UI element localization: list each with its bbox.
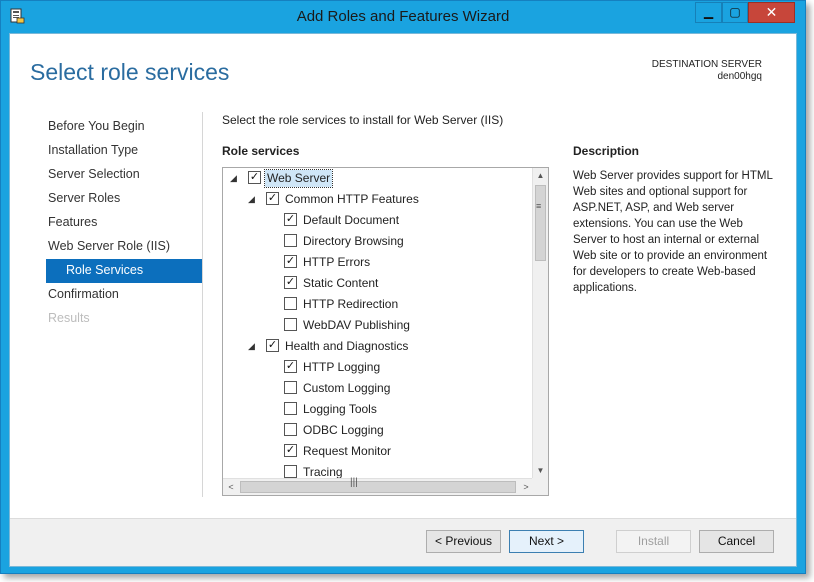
nav-step-features[interactable]: Features bbox=[46, 211, 202, 235]
title-bar[interactable]: Add Roles and Features Wizard ▁ ▢ ✕ bbox=[1, 1, 805, 33]
tree-row[interactable]: ◢ ✓ Web Server bbox=[223, 168, 534, 189]
description-text: Web Server provides support for HTML Web… bbox=[573, 170, 773, 294]
role-service-checkbox[interactable] bbox=[284, 297, 297, 310]
role-service-label[interactable]: Tracing bbox=[301, 464, 345, 479]
wizard-content: Select role services DESTINATION SERVER … bbox=[9, 33, 797, 567]
scroll-up-arrow-icon[interactable]: ▲ bbox=[533, 168, 548, 184]
tree-row[interactable]: WebDAV Publishing bbox=[223, 315, 534, 336]
tree-row[interactable]: Tracing bbox=[223, 462, 534, 479]
nav-step-server-roles[interactable]: Server Roles bbox=[46, 187, 202, 211]
scroll-left-arrow-icon[interactable]: < bbox=[223, 479, 239, 495]
role-service-checkbox[interactable] bbox=[284, 234, 297, 247]
horizontal-scrollbar[interactable]: < ||| > bbox=[223, 477, 534, 495]
maximize-button[interactable]: ▢ bbox=[722, 2, 748, 23]
role-service-checkbox[interactable] bbox=[284, 381, 297, 394]
wizard-steps-nav: Before You Begin Installation Type Server … bbox=[46, 115, 202, 331]
nav-step-results: Results bbox=[48, 311, 90, 325]
nav-step-role-services[interactable]: Role Services bbox=[46, 259, 202, 283]
destination-server-name: den00hgq bbox=[717, 71, 763, 82]
next-button[interactable]: Next > bbox=[509, 530, 584, 553]
wizard-footer: < Previous Next > Install Cancel bbox=[10, 518, 796, 566]
role-service-checkbox[interactable]: ✓ bbox=[266, 339, 279, 352]
vertical-scroll-thumb[interactable] bbox=[535, 185, 546, 261]
tree-row[interactable]: ✓ Default Document bbox=[223, 210, 534, 231]
role-service-checkbox[interactable]: ✓ bbox=[248, 171, 261, 184]
instruction-text: Select the role services to install for … bbox=[222, 113, 504, 127]
scroll-grip-icon: ≡ bbox=[536, 201, 542, 211]
role-service-label[interactable]: WebDAV Publishing bbox=[301, 317, 412, 334]
tree-row[interactable]: HTTP Redirection bbox=[223, 294, 534, 315]
nav-step-web-server-role-iis[interactable]: Web Server Role (IIS) bbox=[46, 235, 202, 259]
role-service-label[interactable]: Default Document bbox=[301, 212, 401, 229]
vertical-scrollbar[interactable]: ▲ ≡ ▼ bbox=[532, 168, 548, 479]
tree-row[interactable]: ✓ HTTP Errors bbox=[223, 252, 534, 273]
role-service-checkbox[interactable]: ✓ bbox=[284, 276, 297, 289]
role-service-label[interactable]: Web Server bbox=[263, 169, 334, 188]
scrollbar-corner bbox=[532, 478, 548, 495]
role-service-label[interactable]: Common HTTP Features bbox=[283, 191, 421, 208]
description-heading: Description bbox=[573, 144, 640, 158]
nav-step-server-selection[interactable]: Server Selection bbox=[46, 163, 202, 187]
tree-row[interactable]: ✓ Static Content bbox=[223, 273, 534, 294]
tree-rows: ◢ ✓ Web Server ◢ ✓ Common HTTP Features ✓ Defau… bbox=[223, 168, 534, 479]
nav-step-before-you-begin[interactable]: Before You Begin bbox=[46, 115, 202, 139]
role-service-checkbox[interactable]: ✓ bbox=[284, 360, 297, 373]
role-service-checkbox[interactable] bbox=[284, 465, 297, 478]
nav-divider bbox=[202, 112, 203, 497]
role-service-label[interactable]: Health and Diagnostics bbox=[283, 338, 410, 355]
tree-row[interactable]: ✓ HTTP Logging bbox=[223, 357, 534, 378]
page-title: Select role services bbox=[30, 59, 230, 85]
wizard-window: Add Roles and Features Wizard ▁ ▢ ✕ Sele… bbox=[0, 0, 806, 574]
horizontal-scroll-thumb[interactable] bbox=[240, 481, 516, 493]
role-service-checkbox[interactable]: ✓ bbox=[266, 192, 279, 205]
nav-step-confirmation[interactable]: Confirmation bbox=[46, 283, 202, 307]
tree-row[interactable]: ◢ ✓ Common HTTP Features bbox=[223, 189, 534, 210]
role-services-heading: Role services bbox=[222, 144, 300, 158]
role-service-label[interactable]: HTTP Redirection bbox=[301, 296, 400, 313]
tree-row[interactable]: Logging Tools bbox=[223, 399, 534, 420]
role-service-checkbox[interactable] bbox=[284, 318, 297, 331]
role-service-label[interactable]: Directory Browsing bbox=[301, 233, 406, 250]
tree-row[interactable]: Custom Logging bbox=[223, 378, 534, 399]
cancel-button[interactable]: Cancel bbox=[699, 530, 774, 553]
expand-collapse-icon[interactable]: ◢ bbox=[248, 193, 258, 205]
role-service-label[interactable]: Static Content bbox=[301, 275, 380, 292]
scroll-down-arrow-icon[interactable]: ▼ bbox=[533, 463, 548, 479]
role-service-label[interactable]: ODBC Logging bbox=[301, 422, 386, 439]
role-services-tree[interactable]: ◢ ✓ Web Server ◢ ✓ Common HTTP Features ✓ Defau… bbox=[222, 167, 549, 496]
role-service-label[interactable]: Custom Logging bbox=[301, 380, 392, 397]
hscroll-grip-icon: ||| bbox=[350, 477, 358, 488]
tree-row[interactable]: ODBC Logging bbox=[223, 420, 534, 441]
role-service-checkbox[interactable]: ✓ bbox=[284, 213, 297, 226]
window-title: Add Roles and Features Wizard bbox=[296, 8, 510, 25]
tree-row[interactable]: ✓ Request Monitor bbox=[223, 441, 534, 462]
role-service-checkbox[interactable]: ✓ bbox=[284, 255, 297, 268]
role-service-checkbox[interactable] bbox=[284, 423, 297, 436]
previous-button[interactable]: < Previous bbox=[426, 530, 501, 553]
role-service-checkbox[interactable]: ✓ bbox=[284, 444, 297, 457]
expand-collapse-icon[interactable]: ◢ bbox=[230, 172, 240, 184]
role-service-label[interactable]: Request Monitor bbox=[301, 443, 393, 460]
role-service-label[interactable]: HTTP Errors bbox=[301, 254, 372, 271]
close-button[interactable]: ✕ bbox=[748, 2, 795, 23]
tree-row[interactable]: ◢ ✓ Health and Diagnostics bbox=[223, 336, 534, 357]
tree-row[interactable]: Directory Browsing bbox=[223, 231, 534, 252]
expand-collapse-icon[interactable]: ◢ bbox=[248, 340, 258, 352]
role-service-checkbox[interactable] bbox=[284, 402, 297, 415]
role-service-label[interactable]: Logging Tools bbox=[301, 401, 379, 418]
destination-server-label: DESTINATION SERVER bbox=[651, 59, 762, 70]
install-button: Install bbox=[616, 530, 691, 553]
minimize-button[interactable]: ▁ bbox=[695, 2, 722, 23]
nav-step-installation-type[interactable]: Installation Type bbox=[46, 139, 202, 163]
role-service-label[interactable]: HTTP Logging bbox=[301, 359, 382, 376]
